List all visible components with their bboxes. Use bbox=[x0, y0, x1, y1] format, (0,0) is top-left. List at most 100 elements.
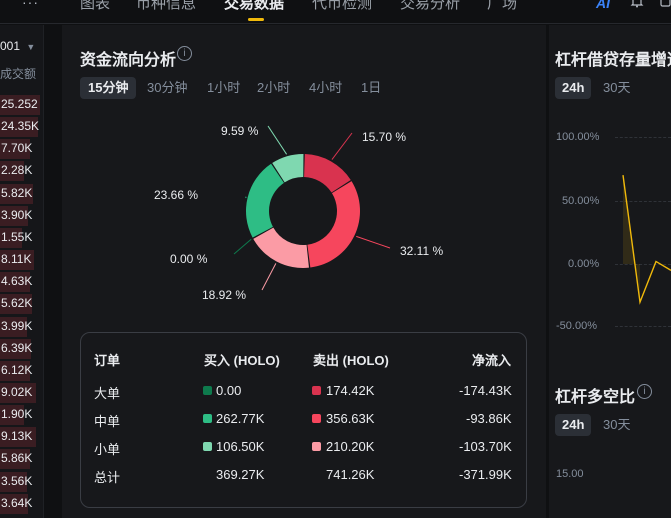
turnover-row: 3.99K bbox=[0, 316, 40, 337]
leverage-growth-line-chart bbox=[622, 175, 671, 305]
header-sell: 卖出 (HOLO) bbox=[313, 353, 389, 368]
turnover-row: 5.82K bbox=[0, 183, 40, 204]
turnover-value: 24.35K bbox=[1, 119, 40, 134]
sell-medium-dot bbox=[312, 414, 321, 423]
turnover-row: 2.28K bbox=[0, 161, 40, 182]
leader-line-buy-large bbox=[233, 238, 252, 255]
info-icon[interactable]: i bbox=[177, 46, 192, 61]
turnover-row: 7.70K bbox=[0, 139, 40, 160]
net-total-value: -371.99K bbox=[459, 467, 512, 482]
period-tab-1h[interactable]: 1小时 bbox=[207, 77, 240, 99]
lsr-tab-30d[interactable]: 30天 bbox=[603, 414, 630, 436]
precision-selector[interactable]: 001 ▼ bbox=[0, 39, 35, 53]
turnover-value: 3.99K bbox=[1, 318, 33, 333]
period-tab-2h[interactable]: 2小时 bbox=[257, 77, 290, 99]
sell-small-dot bbox=[312, 442, 321, 451]
grid-line bbox=[615, 137, 671, 138]
info-icon[interactable]: i bbox=[637, 384, 652, 399]
y-tick-neg50: -50.00% bbox=[556, 320, 597, 332]
ai-icon[interactable]: AI bbox=[596, 0, 610, 11]
turnover-value: 25.252 bbox=[1, 97, 38, 111]
period-tab-4h[interactable]: 4小时 bbox=[309, 77, 342, 99]
turnover-row: 25.252 bbox=[0, 95, 40, 115]
y-tick-100: 100.00% bbox=[556, 131, 600, 143]
period-tab-15m[interactable]: 15分钟 bbox=[80, 77, 137, 99]
donut-slice-sell-medium[interactable] bbox=[307, 181, 361, 268]
capital-flow-donut-chart bbox=[233, 125, 391, 291]
turnover-value: 3.90K bbox=[1, 207, 33, 222]
turnover-value: 3.56K bbox=[1, 473, 33, 488]
buy-small-value: 106.50K bbox=[216, 439, 265, 454]
buy-total-value: 369.27K bbox=[216, 467, 265, 482]
lev-tab-30d[interactable]: 30天 bbox=[603, 77, 630, 99]
top-nav-bar: ··· 图表 币种信息 交易数据 代币检测 交易分析 广场 AI bbox=[0, 0, 671, 24]
row-label-medium: 中单 bbox=[94, 414, 121, 429]
slice-label-sell-large: 15.70 % bbox=[362, 130, 407, 144]
tab-chart[interactable]: 图表 bbox=[80, 0, 110, 13]
turnover-row: 9.02K bbox=[0, 382, 40, 403]
header-order: 订单 bbox=[94, 353, 121, 368]
turnover-row: 6.39K bbox=[0, 338, 40, 359]
slice-label-sell-medium: 32.11 % bbox=[400, 244, 444, 258]
leader-line-sell-medium bbox=[356, 235, 391, 249]
donut-slice-sell-small[interactable] bbox=[253, 227, 309, 268]
row-label-small: 小单 bbox=[94, 442, 121, 457]
tab-coin-info[interactable]: 币种信息 bbox=[136, 0, 196, 13]
sell-total-value: 741.26K bbox=[326, 467, 375, 482]
header-net-inflow: 净流入 bbox=[472, 353, 512, 368]
turnover-row: 1.90K bbox=[0, 405, 40, 426]
buy-large-dot bbox=[203, 386, 212, 395]
order-book-strip: 001 ▼ 成交额 25.252 24.35K 7.70K 2.28K 5.82K 3.9… bbox=[0, 25, 44, 518]
tab-token-check[interactable]: 代币检测 bbox=[312, 0, 372, 13]
buy-small-dot bbox=[203, 442, 212, 451]
sell-medium-value: 356.63K bbox=[326, 411, 375, 426]
leader-line-buy-small bbox=[267, 125, 288, 155]
lsr-y-tick: 15.00 bbox=[556, 468, 584, 480]
turnover-value: 5.86K bbox=[1, 451, 33, 466]
turnover-value: 2.28K bbox=[1, 163, 33, 178]
more-icon[interactable] bbox=[660, 0, 671, 8]
y-tick-50: 50.00% bbox=[562, 195, 600, 207]
donut-slice-buy-medium[interactable] bbox=[245, 163, 284, 238]
long-short-ratio-title: 杠杆多空比 bbox=[555, 389, 636, 406]
header-buy: 买入 (HOLO) bbox=[204, 353, 280, 368]
row-label-total: 总计 bbox=[94, 470, 121, 485]
turnover-row: 9.13K bbox=[0, 427, 40, 448]
slice-label-buy-large: 0.00 % bbox=[170, 252, 208, 266]
lev-tab-24h[interactable]: 24h bbox=[555, 77, 592, 99]
turnover-value: 1.90K bbox=[1, 407, 33, 422]
turnover-row: 5.62K bbox=[0, 294, 40, 315]
leader-line-sell-large bbox=[331, 132, 353, 160]
turnover-value: 9.13K bbox=[1, 429, 33, 444]
turnover-value: 8.11K bbox=[1, 252, 32, 267]
tab-trading-data[interactable]: 交易数据 bbox=[224, 0, 284, 13]
turnover-value: 6.12K bbox=[1, 362, 33, 377]
turnover-row: 3.90K bbox=[0, 205, 40, 226]
active-tab-indicator bbox=[248, 18, 264, 21]
period-tab-30m[interactable]: 30分钟 bbox=[147, 77, 187, 99]
turnover-row: 3.56K bbox=[0, 471, 40, 492]
slice-label-buy-small: 9.59 % bbox=[221, 124, 259, 138]
turnover-row: 6.12K bbox=[0, 360, 40, 381]
turnover-row: 5.86K bbox=[0, 449, 40, 470]
lsr-tab-24h[interactable]: 24h bbox=[555, 414, 592, 436]
slice-label-sell-small: 18.92 % bbox=[202, 288, 247, 302]
turnover-value: 9.02K bbox=[1, 384, 33, 399]
turnover-value: 7.70K bbox=[1, 141, 33, 156]
more-menu-icon[interactable]: ··· bbox=[22, 0, 39, 10]
tab-square[interactable]: 广场 bbox=[487, 0, 517, 13]
turnover-value: 3.64K bbox=[1, 495, 33, 510]
period-tab-1d[interactable]: 1日 bbox=[361, 77, 381, 99]
turnover-row: 8.11K bbox=[0, 250, 40, 271]
buy-medium-dot bbox=[203, 414, 212, 423]
sell-small-value: 210.20K bbox=[326, 439, 375, 454]
leverage-lending-title: 杠杆借贷存量增速 bbox=[555, 52, 671, 69]
turnover-value: 1.55K bbox=[1, 229, 33, 244]
row-label-large: 大单 bbox=[94, 386, 121, 401]
turnover-value: 4.63K bbox=[1, 274, 33, 289]
leader-line-sell-small bbox=[261, 263, 277, 291]
tab-trade-analysis[interactable]: 交易分析 bbox=[400, 0, 460, 13]
turnover-row: 3.64K bbox=[0, 493, 40, 514]
sell-large-dot bbox=[312, 386, 321, 395]
bell-icon[interactable] bbox=[630, 0, 644, 8]
